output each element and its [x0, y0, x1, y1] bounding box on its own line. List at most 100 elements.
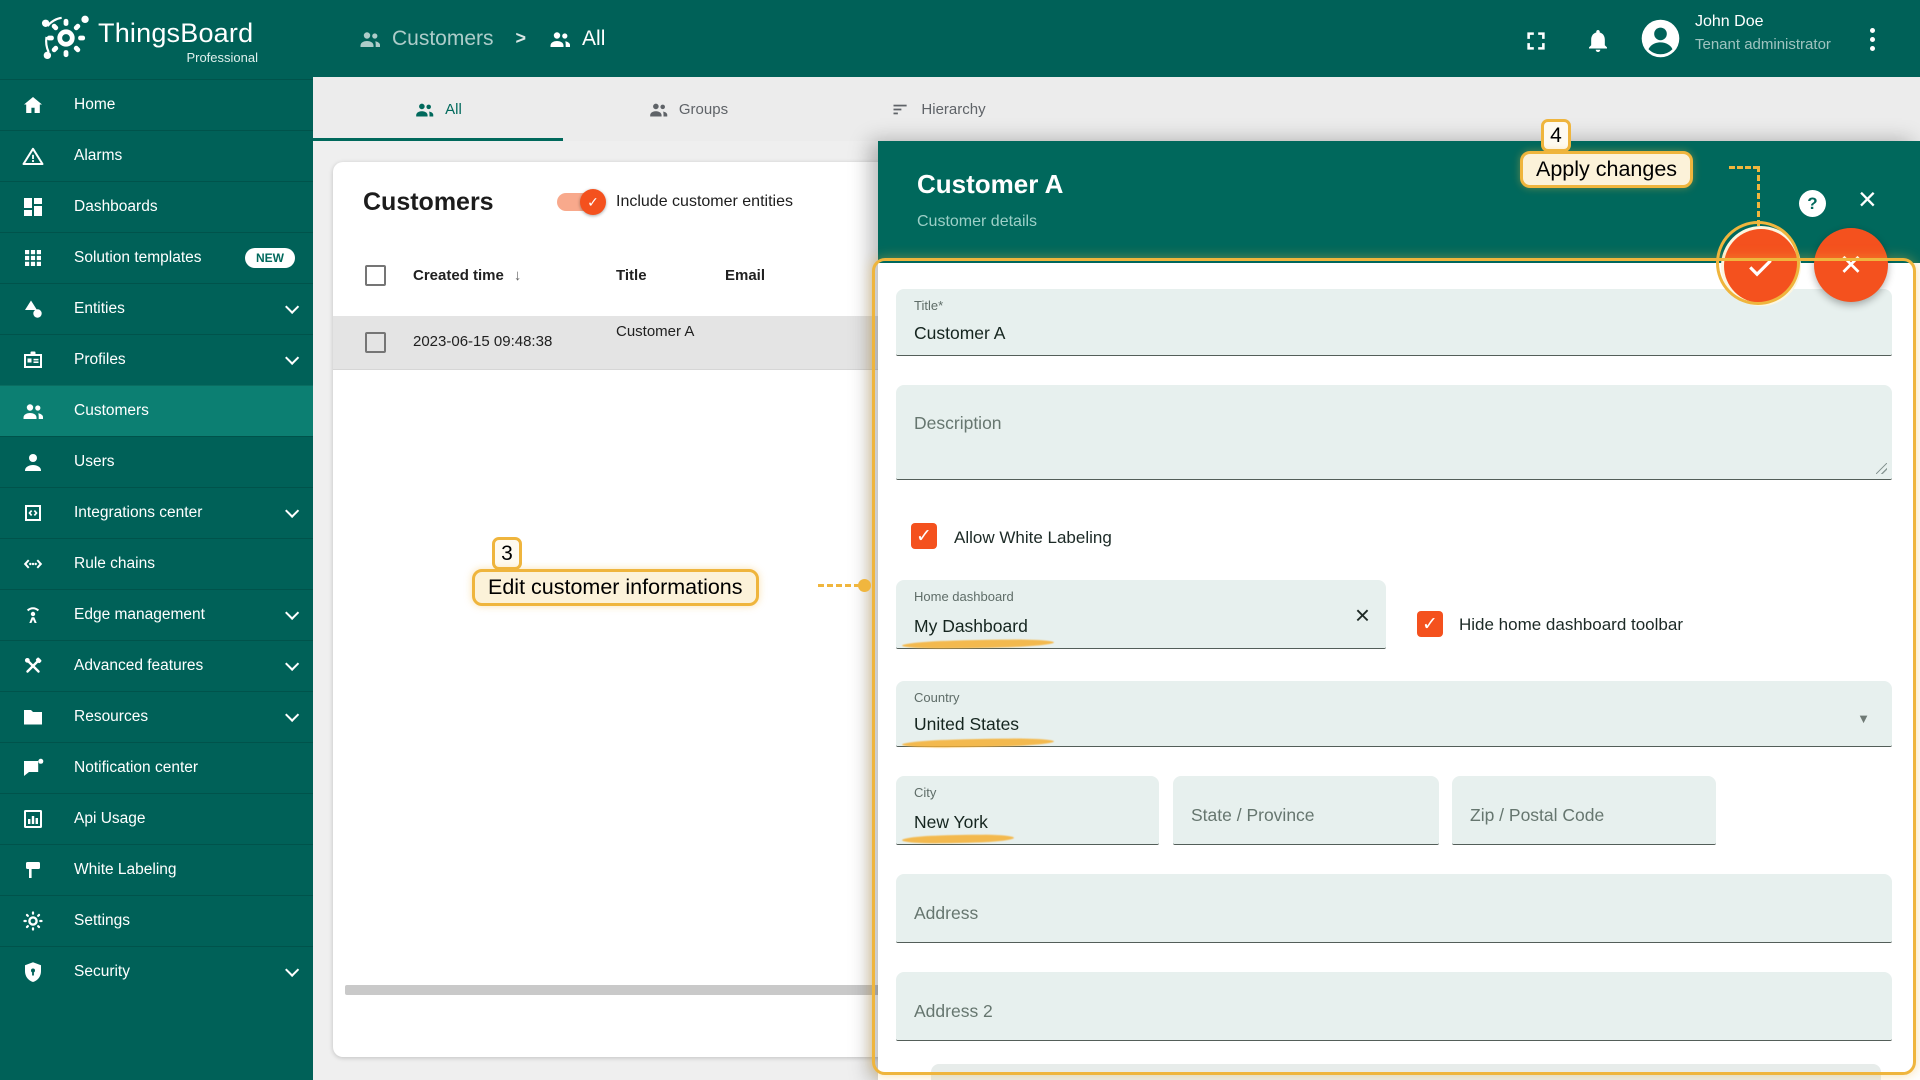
avatar[interactable] [1640, 18, 1681, 59]
address-field[interactable] [896, 874, 1892, 943]
title-input[interactable] [914, 320, 1874, 346]
sidebar-item-home[interactable]: Home [0, 79, 313, 130]
sidebar-item-customers[interactable]: Customers [0, 385, 313, 436]
sidebar-item-label: Solution templates [74, 249, 202, 266]
fullscreen-button[interactable] [1523, 28, 1549, 54]
notifications-bell-icon[interactable] [1585, 28, 1611, 54]
x-icon: × [1839, 244, 1863, 286]
more-options-kebab-icon[interactable] [1861, 24, 1883, 54]
country-input[interactable] [914, 711, 1874, 737]
annotation-step4-connector-horizontal [1729, 166, 1759, 169]
annotation-step4-label: Apply changes [1520, 151, 1694, 188]
discard-changes-button[interactable]: × [1814, 228, 1888, 302]
resize-handle-icon[interactable] [1876, 463, 1887, 474]
annotation-step3-label: Edit customer informations [472, 569, 759, 606]
title-field[interactable]: Title* [896, 289, 1892, 356]
column-header-created-time[interactable]: Created time ↓ [413, 267, 521, 284]
dashboards-icon [21, 195, 45, 219]
address2-field[interactable] [896, 972, 1892, 1041]
address-input[interactable] [914, 900, 1874, 926]
close-panel-button[interactable]: × [1858, 183, 1877, 215]
chevron-down-icon [285, 299, 300, 314]
select-all-checkbox[interactable] [365, 265, 386, 286]
sidebar-item-api-usage[interactable]: Api Usage [0, 793, 313, 844]
allow-white-labeling-checkbox[interactable]: ✓ [911, 523, 937, 549]
sidebar-item-security[interactable]: Security [0, 946, 313, 997]
state-province-input[interactable] [1191, 802, 1421, 828]
settings-icon [21, 909, 45, 933]
sidebar-item-notification-center[interactable]: Notification center [0, 742, 313, 793]
new-badge: NEW [245, 248, 295, 268]
customers-breadcrumb-icon [360, 31, 380, 47]
sidebar-item-resources[interactable]: Resources [0, 691, 313, 742]
sidebar: ThingsBoard Professional Home Alarms Das… [0, 0, 313, 1080]
clear-home-dashboard-button[interactable]: × [1355, 602, 1370, 628]
sidebar-item-label: Api Usage [74, 810, 146, 827]
sidebar-item-solution-templates[interactable]: Solution templates NEW [0, 232, 313, 283]
solution-templates-icon [21, 246, 45, 270]
thingsboard-logo-icon [41, 15, 89, 60]
sidebar-item-users[interactable]: Users [0, 436, 313, 487]
sidebar-item-white-labeling[interactable]: White Labeling [0, 844, 313, 895]
sidebar-item-integrations-center[interactable]: Integrations center [0, 487, 313, 538]
home-dashboard-input[interactable] [914, 613, 1368, 639]
brand-logo: ThingsBoard Professional [0, 0, 313, 79]
help-button[interactable]: ? [1799, 190, 1826, 217]
column-header-email[interactable]: Email [725, 267, 765, 284]
sidebar-item-entities[interactable]: Entities [0, 283, 313, 334]
panel-subtitle: Customer details [917, 213, 1038, 230]
allow-white-labeling-label: Allow White Labeling [954, 528, 1112, 547]
sidebar-item-profiles[interactable]: Profiles [0, 334, 313, 385]
breadcrumb-all[interactable]: All [582, 27, 605, 51]
sidebar-item-label: Security [74, 963, 130, 980]
sidebar-item-edge-management[interactable]: Edge management [0, 589, 313, 640]
white-labeling-icon [21, 858, 45, 882]
sidebar-item-settings[interactable]: Settings [0, 895, 313, 946]
description-field[interactable] [896, 385, 1892, 480]
advanced-features-icon [21, 654, 45, 678]
user-role: Tenant administrator [1695, 36, 1831, 53]
country-select-field[interactable]: Country ▼ [896, 681, 1892, 747]
include-customer-entities-toggle[interactable]: ✓ [557, 189, 606, 215]
sidebar-item-rule-chains[interactable]: Rule chains [0, 538, 313, 589]
sidebar-item-advanced-features[interactable]: Advanced features [0, 640, 313, 691]
panel-title: Customer A [917, 169, 1064, 199]
home-dashboard-field[interactable]: Home dashboard × [896, 580, 1386, 649]
annotation-step4-connector-vertical [1757, 166, 1760, 226]
api-usage-icon [21, 807, 45, 831]
sidebar-item-dashboards[interactable]: Dashboards [0, 181, 313, 232]
state-province-field[interactable] [1173, 776, 1439, 845]
dropdown-arrow-icon: ▼ [1857, 711, 1870, 726]
rule-chains-icon [21, 552, 45, 576]
address2-input[interactable] [914, 998, 1874, 1024]
sort-descending-arrow-icon: ↓ [513, 267, 522, 284]
zip-postal-code-field[interactable] [1452, 776, 1716, 845]
hide-home-dashboard-toolbar-checkbox[interactable]: ✓ [1417, 611, 1443, 637]
sidebar-item-label: Alarms [74, 147, 123, 164]
tab-label: Hierarchy [921, 100, 986, 118]
breadcrumb: Customers > All [358, 0, 605, 77]
tab-all[interactable]: All [313, 77, 563, 141]
annotation-step3-number: 3 [492, 537, 522, 570]
breadcrumb-customers[interactable]: Customers [392, 27, 494, 51]
title-field-label: Title* [914, 298, 944, 313]
zip-postal-code-input[interactable] [1470, 802, 1698, 828]
question-mark-icon: ? [1807, 193, 1818, 213]
sidebar-item-label: Rule chains [74, 555, 155, 572]
alarms-icon [21, 144, 45, 168]
sidebar-item-alarms[interactable]: Alarms [0, 130, 313, 181]
column-header-title[interactable]: Title [616, 267, 647, 284]
groups-tab-people-icon [650, 103, 668, 116]
row-checkbox[interactable] [365, 332, 386, 353]
chevron-down-icon [285, 707, 300, 722]
next-field-partial [931, 1064, 1881, 1080]
edge-management-icon [21, 603, 45, 627]
apply-changes-button[interactable] [1724, 229, 1798, 303]
chevron-down-icon [285, 605, 300, 620]
tab-groups[interactable]: Groups [563, 77, 813, 141]
country-label: Country [914, 690, 960, 705]
tab-hierarchy[interactable]: Hierarchy [813, 77, 1063, 141]
city-input[interactable] [914, 809, 1141, 835]
description-textarea[interactable] [896, 385, 1892, 479]
customer-details-panel: Customer A Customer details ? × × Title*… [878, 141, 1920, 1080]
